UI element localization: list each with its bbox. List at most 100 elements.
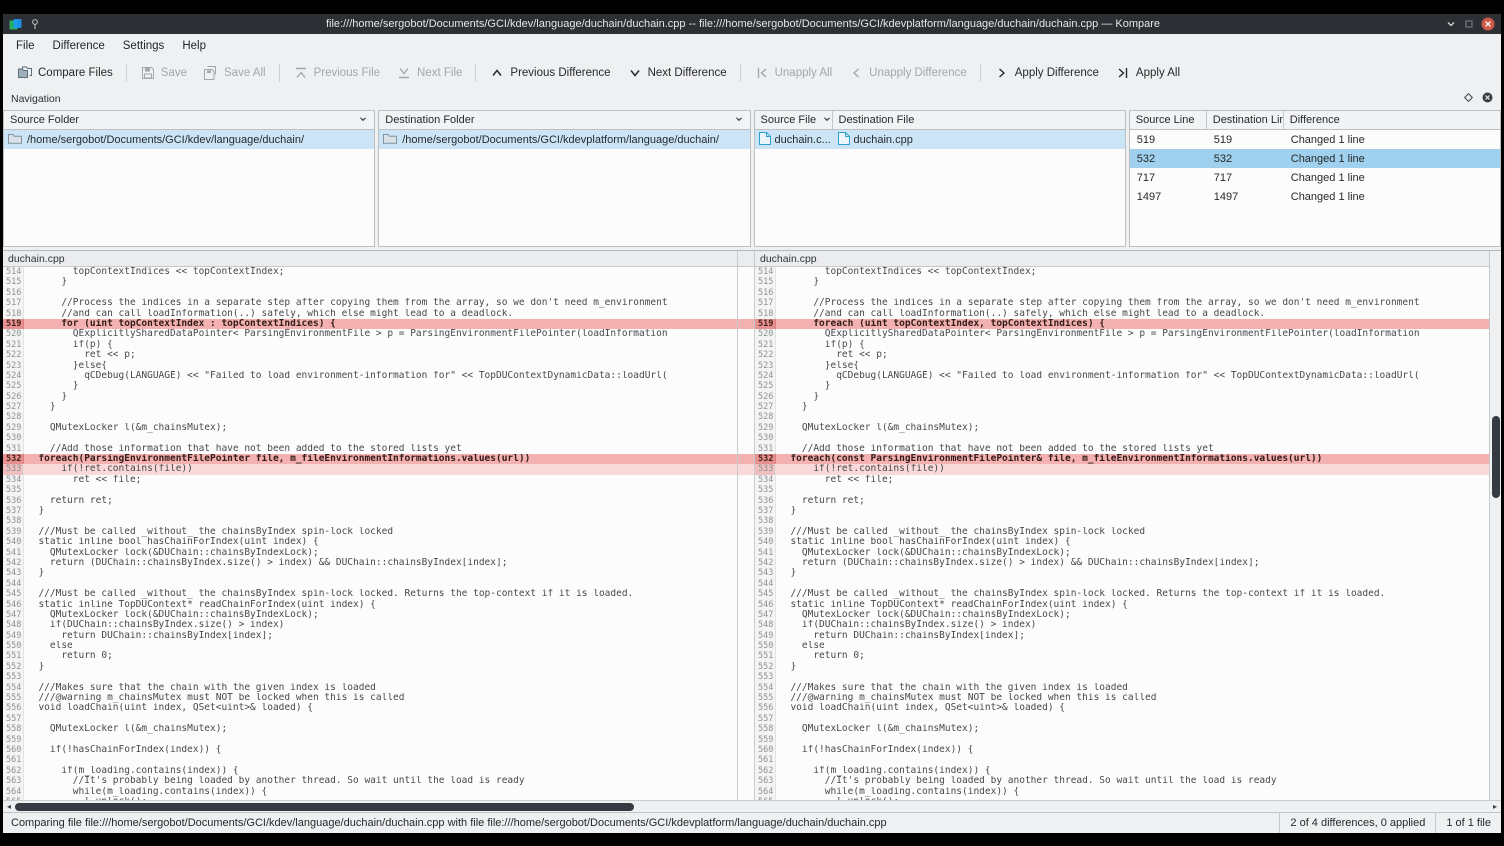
unapply-all-button[interactable]: Unapply All	[747, 61, 840, 85]
code-line-542: 542 return (DUChain::chainsByIndex.size(…	[3, 558, 737, 568]
pin-icon[interactable]	[29, 18, 41, 30]
menu-item-settings[interactable]: Settings	[114, 36, 174, 56]
apply-all-button[interactable]: Apply All	[1108, 61, 1187, 85]
unapply-difference-button[interactable]: Unapply Difference	[841, 61, 974, 85]
code-line-518: 518 //and can call loadInformation(..) s…	[3, 309, 737, 319]
code-line-530: 530	[755, 433, 1489, 443]
next-difference-button[interactable]: Next Difference	[620, 61, 734, 85]
code-line-517: 517 //Process the indices in a separate …	[755, 298, 1489, 308]
chevron-down-icon	[822, 114, 832, 127]
code-line-559: 559	[755, 735, 1489, 745]
save-all-button[interactable]: Save All	[196, 61, 273, 85]
code-line-529: 529 QMutexLocker l(&m_chainsMutex);	[755, 423, 1489, 433]
code-line-563: 563 //It's probably being loaded by anot…	[755, 776, 1489, 786]
code-line-541: 541 QMutexLocker lock(&DUChain::chainsBy…	[3, 548, 737, 558]
folder-icon	[8, 132, 22, 147]
save-button[interactable]: Save	[133, 61, 194, 85]
difference-row[interactable]: 717717Changed 1 line	[1130, 168, 1500, 187]
destination-file-header[interactable]: Destination File	[833, 111, 1125, 129]
minimize-button[interactable]	[1445, 18, 1457, 30]
code-line-544: 544	[3, 579, 737, 589]
source-folder-label: Source Folder	[10, 114, 79, 126]
destination-line-header[interactable]: Destination Lin	[1207, 111, 1284, 129]
difference-row[interactable]: 532532Changed 1 line	[1130, 149, 1500, 168]
code-line-539: 539 ///Must be called _without_ the chai…	[755, 527, 1489, 537]
code-line-545: 545 ///Must be called _without_ the chai…	[3, 589, 737, 599]
horizontal-scrollbar[interactable]: ◂ ▸	[3, 800, 1501, 812]
code-line-528: 528	[3, 412, 737, 422]
toolbar: Compare Files Save Save All Previous Fil…	[3, 58, 1501, 88]
vertical-scrollbar-thumb[interactable]	[1492, 416, 1500, 498]
difference-header[interactable]: Difference	[1284, 111, 1500, 129]
code-line-535: 535	[3, 485, 737, 495]
code-line-539: 539 ///Must be called _without_ the chai…	[3, 527, 737, 537]
scroll-right-icon[interactable]: ▸	[1489, 801, 1501, 812]
title-bar[interactable]: file:///home/sergobot/Documents/GCI/kdev…	[3, 14, 1501, 34]
code-line-520: 520 QExplicitlySharedDataPointer< Parsin…	[3, 329, 737, 339]
destination-folder-path: /home/sergobot/Documents/GCI/kdevplatfor…	[402, 134, 719, 146]
file-list-panel: Source File Destination File duchain.c..…	[754, 110, 1126, 247]
compare-files-button[interactable]: Compare Files	[10, 61, 120, 85]
code-line-534: 534 ret << file;	[755, 475, 1489, 485]
code-line-564: 564 while(m_loading.contains(index)) {	[3, 787, 737, 797]
source-file-header[interactable]: Source File	[755, 111, 833, 129]
next-file-button[interactable]: Next File	[389, 61, 469, 85]
source-line-header[interactable]: Source Line	[1130, 111, 1207, 129]
code-line-528: 528	[755, 412, 1489, 422]
previous-difference-button[interactable]: Previous Difference	[482, 61, 617, 85]
vertical-scrollbar[interactable]	[1489, 251, 1501, 800]
difference-row[interactable]: 14971497Changed 1 line	[1130, 187, 1500, 206]
cpp-file-icon	[759, 132, 771, 148]
source-code-view[interactable]: 514 topContextIndices << topContextIndex…	[3, 267, 737, 800]
toolbar-separator	[475, 64, 476, 82]
code-line-514: 514 topContextIndices << topContextIndex…	[755, 267, 1489, 277]
close-dock-icon[interactable]	[1482, 92, 1493, 106]
code-line-560: 560 if(!hasChainForIndex(index)) {	[3, 745, 737, 755]
code-line-550: 550 else	[755, 641, 1489, 651]
code-line-533: 533 if(!ret.contains(file))	[3, 464, 737, 474]
source-folder-combo[interactable]: Source Folder	[3, 110, 375, 130]
horizontal-scrollbar-track[interactable]	[15, 801, 1489, 812]
destination-folder-combo[interactable]: Destination Folder	[378, 110, 750, 130]
toolbar-separator	[980, 64, 981, 82]
apply-difference-button[interactable]: Apply Difference	[987, 61, 1106, 85]
float-dock-icon[interactable]	[1464, 93, 1473, 105]
file-row[interactable]: duchain.c... duchain.cpp	[755, 130, 1125, 149]
code-line-554: 554 ///Makes sure that the chain with th…	[755, 683, 1489, 693]
toolbar-separator	[740, 64, 741, 82]
source-folder-item[interactable]: /home/sergobot/Documents/GCI/kdev/langua…	[4, 130, 374, 149]
horizontal-scrollbar-thumb[interactable]	[15, 803, 634, 811]
code-line-546: 546 static inline TopDUContext* readChai…	[755, 600, 1489, 610]
close-button[interactable]	[1481, 17, 1495, 31]
scroll-left-icon[interactable]: ◂	[3, 801, 15, 812]
code-line-543: 543 }	[3, 568, 737, 578]
code-line-532: 532 foreach(ParsingEnvironmentFilePointe…	[3, 454, 737, 464]
code-line-562: 562 if(m_loading.contains(index)) {	[3, 766, 737, 776]
menu-item-file[interactable]: File	[7, 36, 44, 56]
cpp-file-icon	[838, 132, 850, 148]
code-line-516: 516	[3, 288, 737, 298]
code-line-517: 517 //Process the indices in a separate …	[3, 298, 737, 308]
code-line-523: 523 }else{	[3, 361, 737, 371]
file-list-header: Source File Destination File	[754, 110, 1126, 130]
maximize-button[interactable]	[1464, 19, 1474, 29]
code-line-523: 523 }else{	[755, 361, 1489, 371]
menu-item-difference[interactable]: Difference	[44, 36, 114, 56]
code-line-557: 557	[755, 714, 1489, 724]
difference-row[interactable]: 519519Changed 1 line	[1130, 130, 1500, 149]
code-line-533: 533 if(!ret.contains(file))	[755, 464, 1489, 474]
destination-code-view[interactable]: 514 topContextIndices << topContextIndex…	[755, 267, 1489, 800]
code-line-531: 531 //Add those information that have no…	[755, 444, 1489, 454]
navigation-panel: Source Folder /home/sergobot/Documents/G…	[3, 110, 1501, 250]
code-line-556: 556 void loadChain(uint index, QSet<uint…	[3, 703, 737, 713]
menu-item-help[interactable]: Help	[173, 36, 215, 56]
code-line-560: 560 if(!hasChainForIndex(index)) {	[755, 745, 1489, 755]
code-line-540: 540 static inline bool hasChainForIndex(…	[3, 537, 737, 547]
code-line-563: 563 //It's probably being loaded by anot…	[3, 776, 737, 786]
destination-folder-item[interactable]: /home/sergobot/Documents/GCI/kdevplatfor…	[379, 130, 749, 149]
code-line-545: 545 ///Must be called _without_ the chai…	[755, 589, 1489, 599]
previous-file-button[interactable]: Previous File	[286, 61, 387, 85]
difference-list-header: Source Line Destination Lin Difference	[1129, 110, 1501, 130]
diff-connector-rows	[738, 267, 754, 800]
chevron-down-icon	[734, 114, 744, 127]
